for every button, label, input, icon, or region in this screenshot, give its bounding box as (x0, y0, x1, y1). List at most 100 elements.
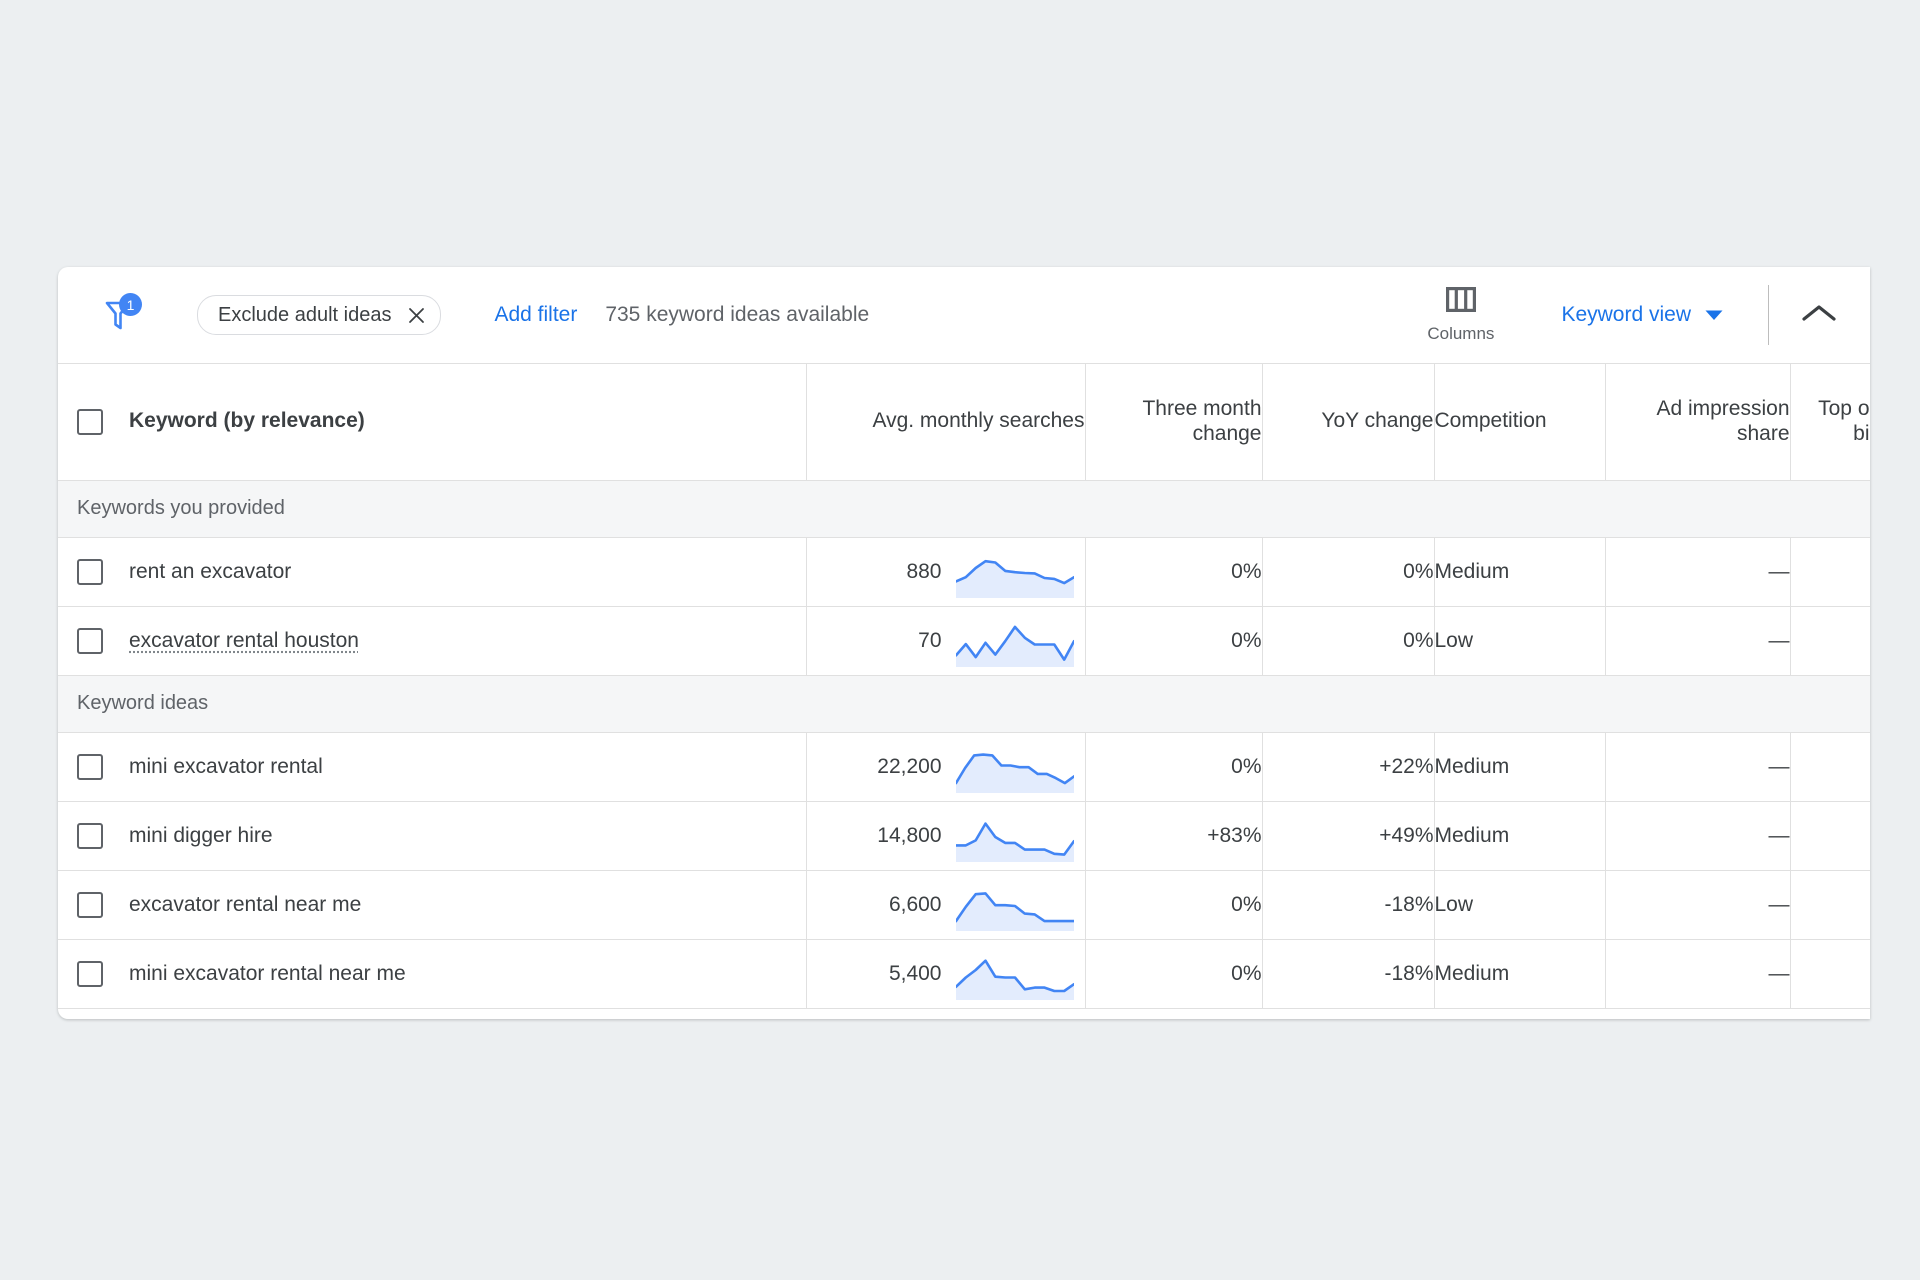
row-checkbox[interactable] (77, 627, 103, 654)
search-volume-sparkline (942, 743, 1085, 801)
row-checkbox[interactable] (77, 891, 103, 918)
cell-competition: Medium (1434, 537, 1606, 607)
table-row[interactable]: excavator rental near me 6,600 0% -18% Low — (58, 870, 1870, 940)
keyword-ideas-table: Keyword (by relevance) Avg. monthly sear… (58, 364, 1870, 1009)
cell-ad-impression-share: — (1605, 606, 1791, 676)
table-row[interactable]: mini excavator rental 22,200 0% +22% Medium — (58, 732, 1870, 802)
header-competition[interactable]: Competition (1434, 364, 1606, 481)
cell-three-month-change: 0% (1085, 606, 1263, 676)
cell-ad-impression-share: — (1605, 870, 1791, 940)
cell-three-month-change: 0% (1085, 537, 1263, 607)
keyword-label[interactable]: mini excavator rental (129, 755, 323, 779)
avg-monthly-searches-value: 880 (906, 559, 942, 583)
header-keyword[interactable]: Keyword (by relevance) (58, 364, 807, 481)
table-row[interactable]: excavator rental houston 70 0% 0% Low — (58, 606, 1870, 676)
cell-yoy-change: -18% (1262, 939, 1435, 1009)
keyword-label[interactable]: rent an excavator (129, 560, 291, 584)
filter-chip-label: Exclude adult ideas (218, 303, 392, 326)
cell-top-of-page-bid (1790, 870, 1870, 940)
row-checkbox[interactable] (77, 822, 103, 849)
toolbar-divider (1768, 285, 1769, 345)
avg-monthly-searches-value: 14,800 (877, 823, 942, 847)
cell-yoy-change: -18% (1262, 870, 1435, 940)
cell-top-of-page-bid (1790, 801, 1870, 871)
section-header-row: Keywords you provided (58, 480, 1870, 538)
cell-competition: Low (1434, 870, 1606, 940)
row-checkbox[interactable] (77, 558, 103, 585)
table-header-row: Keyword (by relevance) Avg. monthly sear… (58, 364, 1870, 481)
avg-monthly-searches-value: 6,600 (888, 892, 942, 916)
close-icon[interactable] (407, 306, 426, 325)
keyword-label[interactable]: mini digger hire (129, 824, 273, 848)
search-volume-sparkline (942, 617, 1085, 675)
avg-monthly-searches-value: 22,200 (877, 754, 942, 778)
section-label: Keyword ideas (77, 692, 209, 714)
ideas-count-text: 735 keyword ideas available (605, 303, 870, 326)
row-checkbox[interactable] (77, 960, 103, 987)
table-row[interactable]: mini excavator rental near me 5,400 0% -18%… (58, 939, 1870, 1009)
cell-ad-impression-share: — (1605, 801, 1791, 871)
cell-competition: Low (1434, 606, 1606, 676)
keyword-label[interactable]: excavator rental near me (129, 893, 361, 917)
select-all-checkbox[interactable] (77, 408, 103, 435)
row-checkbox[interactable] (77, 753, 103, 780)
toolbar-right-group: Columns Keyword view (1417, 267, 1870, 363)
cell-avg-monthly-searches: 5,400 (806, 939, 1086, 1009)
header-avg-monthly-searches[interactable]: Avg. monthly searches (806, 364, 1086, 481)
cell-avg-monthly-searches: 14,800 (806, 801, 1086, 871)
avg-monthly-searches-value: 5,400 (888, 961, 942, 985)
table-row[interactable]: mini digger hire 14,800 +83% +49% Medium — (58, 801, 1870, 871)
cell-keyword: mini digger hire (58, 801, 807, 871)
add-filter-button[interactable]: Add filter (494, 303, 577, 327)
cell-keyword: excavator rental near me (58, 870, 807, 940)
cell-yoy-change: 0% (1262, 537, 1435, 607)
filter-funnel-icon[interactable]: 1 (96, 291, 144, 339)
keyword-label[interactable]: excavator rental houston (129, 629, 359, 653)
filter-chip-exclude-adult-ideas[interactable]: Exclude adult ideas (197, 295, 442, 335)
cell-three-month-change: 0% (1085, 732, 1263, 802)
keyword-label[interactable]: mini excavator rental near me (129, 962, 406, 986)
cell-keyword: mini excavator rental near me (58, 939, 807, 1009)
filter-badge-count: 1 (119, 293, 142, 316)
chevron-up-icon (1802, 303, 1836, 328)
search-volume-sparkline (942, 812, 1085, 870)
keyword-ideas-card: 1 Exclude adult ideas Add filter 735 key… (58, 267, 1870, 1019)
cell-top-of-page-bid (1790, 606, 1870, 676)
header-top-of-page-bid[interactable]: Top o bi (1790, 364, 1870, 481)
cell-competition: Medium (1434, 732, 1606, 802)
table-row[interactable]: rent an excavator 880 0% 0% Medium — (58, 537, 1870, 607)
section-header-cell: Keywords you provided (58, 480, 1870, 538)
table-body: Keywords you provided rent an excavator 88… (58, 480, 1870, 1009)
keyword-view-label: Keyword view (1561, 303, 1691, 326)
columns-button-label: Columns (1427, 323, 1495, 343)
collapse-panel-button[interactable] (1802, 303, 1836, 328)
cell-avg-monthly-searches: 22,200 (806, 732, 1086, 802)
cell-top-of-page-bid (1790, 939, 1870, 1009)
header-three-month-change[interactable]: Three month change (1085, 364, 1263, 481)
header-keyword-label: Keyword (by relevance) (129, 409, 365, 433)
cell-keyword: rent an excavator (58, 537, 807, 607)
cell-ad-impression-share: — (1605, 537, 1791, 607)
search-volume-sparkline (942, 950, 1085, 1008)
chevron-down-icon (1705, 303, 1723, 327)
header-ad-impression-share[interactable]: Ad impression share (1605, 364, 1791, 481)
search-volume-sparkline (942, 881, 1085, 939)
section-label: Keywords you provided (77, 497, 285, 519)
cell-three-month-change: 0% (1085, 939, 1263, 1009)
columns-icon (1445, 286, 1476, 317)
cell-competition: Medium (1434, 939, 1606, 1009)
cell-ad-impression-share: — (1605, 939, 1791, 1009)
header-yoy-change[interactable]: YoY change (1262, 364, 1435, 481)
keyword-view-dropdown[interactable]: Keyword view (1561, 303, 1723, 327)
avg-monthly-searches-value: 70 (918, 628, 942, 652)
section-header-row: Keyword ideas (58, 675, 1870, 733)
cell-ad-impression-share: — (1605, 732, 1791, 802)
cell-yoy-change: +49% (1262, 801, 1435, 871)
cell-three-month-change: +83% (1085, 801, 1263, 871)
cell-avg-monthly-searches: 880 (806, 537, 1086, 607)
cell-yoy-change: 0% (1262, 606, 1435, 676)
columns-button[interactable]: Columns (1417, 286, 1504, 344)
cell-avg-monthly-searches: 6,600 (806, 870, 1086, 940)
cell-avg-monthly-searches: 70 (806, 606, 1086, 676)
cell-competition: Medium (1434, 801, 1606, 871)
